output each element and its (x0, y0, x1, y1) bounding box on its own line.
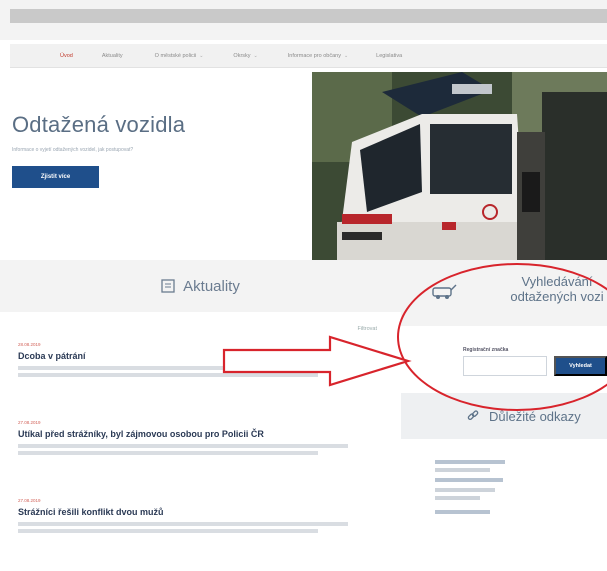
main-nav: Úvod Aktuality O městské policii ⌄ Okrsky… (10, 44, 607, 68)
links-list (435, 460, 607, 518)
news-item[interactable]: 27.08.2019 Strážníci řešili konflikt dvo… (18, 498, 388, 533)
nav-item-informace-label: Informace pro občany (287, 52, 341, 59)
news-date: 27.08.2019 (18, 498, 41, 503)
links-heading: Důležité odkazy (489, 408, 581, 424)
tow-truck-illustration (312, 72, 607, 260)
hero-subtitle[interactable]: Informace o vyjetí odtažených vozidel, j… (12, 147, 133, 153)
newspaper-icon (161, 279, 175, 293)
nav-item-uvod[interactable]: Úvod (60, 53, 73, 59)
filter-link[interactable]: Filtrovat (357, 326, 377, 332)
link-item[interactable] (435, 460, 505, 464)
news-excerpt-line (18, 529, 318, 533)
link-icon (467, 410, 479, 421)
nav-item-legislativa[interactable]: Legislativa (376, 53, 402, 59)
link-item[interactable] (435, 478, 503, 482)
link-item[interactable] (435, 468, 490, 472)
nav-item-o-mestske-policii-label: O městské policii (154, 52, 197, 59)
chevron-down-icon: ⌄ (343, 52, 349, 59)
link-item[interactable] (435, 510, 490, 514)
aktuality-header: Aktuality (0, 260, 401, 312)
news-excerpt-line (18, 444, 348, 448)
hero-title: Odtažená vozidla (12, 112, 186, 137)
chevron-down-icon: ⌄ (253, 52, 258, 59)
chevron-down-icon: ⌄ (199, 52, 204, 59)
nav-item-informace[interactable]: Informace pro občany ⌄ (288, 53, 348, 59)
zjistit-vice-button[interactable]: Zjistit více (12, 166, 99, 188)
nav-item-okrsky-label: Okrsky (233, 52, 251, 59)
nav-item-o-mestske-policii[interactable]: O městské policii ⌄ (155, 53, 204, 59)
news-title[interactable]: Strážníci řešili konflikt dvou mužů (18, 507, 388, 517)
news-date: 27.08.2019 (18, 420, 41, 425)
news-excerpt-line (18, 522, 348, 526)
link-item[interactable] (435, 496, 480, 500)
tow-truck-photo (312, 72, 607, 260)
news-title[interactable]: Utíkal před strážníky, byl zájmovou osob… (18, 429, 388, 439)
link-item[interactable] (435, 488, 495, 492)
news-excerpt-line (18, 451, 318, 455)
aktuality-section: Aktuality Filtrovat 28.08.2019 Dcoba v p… (0, 260, 401, 571)
nav-item-aktuality[interactable]: Aktuality (102, 53, 123, 59)
browser-top-band (0, 0, 607, 40)
annotation-arrow-icon (222, 335, 412, 387)
news-item[interactable]: 27.08.2019 Utíkal před strážníky, byl zá… (18, 420, 388, 455)
aktuality-heading: Aktuality (183, 277, 240, 295)
nav-item-okrsky[interactable]: Okrsky ⌄ (233, 53, 257, 59)
top-strip (10, 9, 607, 23)
